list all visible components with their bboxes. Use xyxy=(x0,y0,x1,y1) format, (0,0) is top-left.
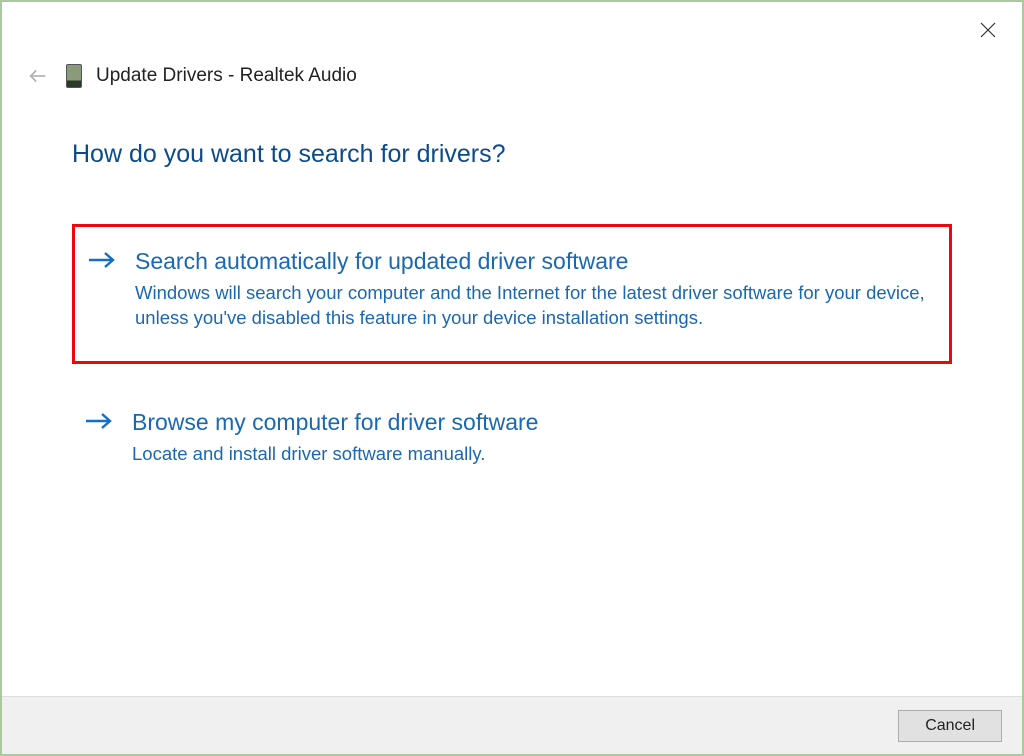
close-icon xyxy=(980,22,996,38)
wizard-header: Update Drivers - Realtek Audio xyxy=(2,2,1022,100)
search-heading: How do you want to search for drivers? xyxy=(72,140,952,169)
arrow-right-icon xyxy=(87,247,117,275)
close-button[interactable] xyxy=(972,14,1004,46)
option-text-block: Browse my computer for driver software L… xyxy=(132,408,940,467)
option-title: Browse my computer for driver software xyxy=(132,408,940,438)
search-automatically-option[interactable]: Search automatically for updated driver … xyxy=(72,224,952,364)
option-text-block: Search automatically for updated driver … xyxy=(135,247,937,331)
wizard-footer: Cancel xyxy=(2,696,1022,754)
cancel-button[interactable]: Cancel xyxy=(898,710,1002,742)
browse-computer-option[interactable]: Browse my computer for driver software L… xyxy=(72,394,952,487)
wizard-content: How do you want to search for drivers? S… xyxy=(2,100,1022,696)
option-description: Windows will search your computer and th… xyxy=(135,281,937,331)
back-arrow-icon xyxy=(27,65,49,87)
arrow-right-icon xyxy=(84,408,114,436)
audio-device-icon xyxy=(66,64,82,88)
back-button[interactable] xyxy=(24,62,52,90)
option-title: Search automatically for updated driver … xyxy=(135,247,937,277)
option-description: Locate and install driver software manua… xyxy=(132,442,940,467)
update-drivers-wizard: Update Drivers - Realtek Audio How do yo… xyxy=(0,0,1024,756)
wizard-title: Update Drivers - Realtek Audio xyxy=(96,65,357,87)
